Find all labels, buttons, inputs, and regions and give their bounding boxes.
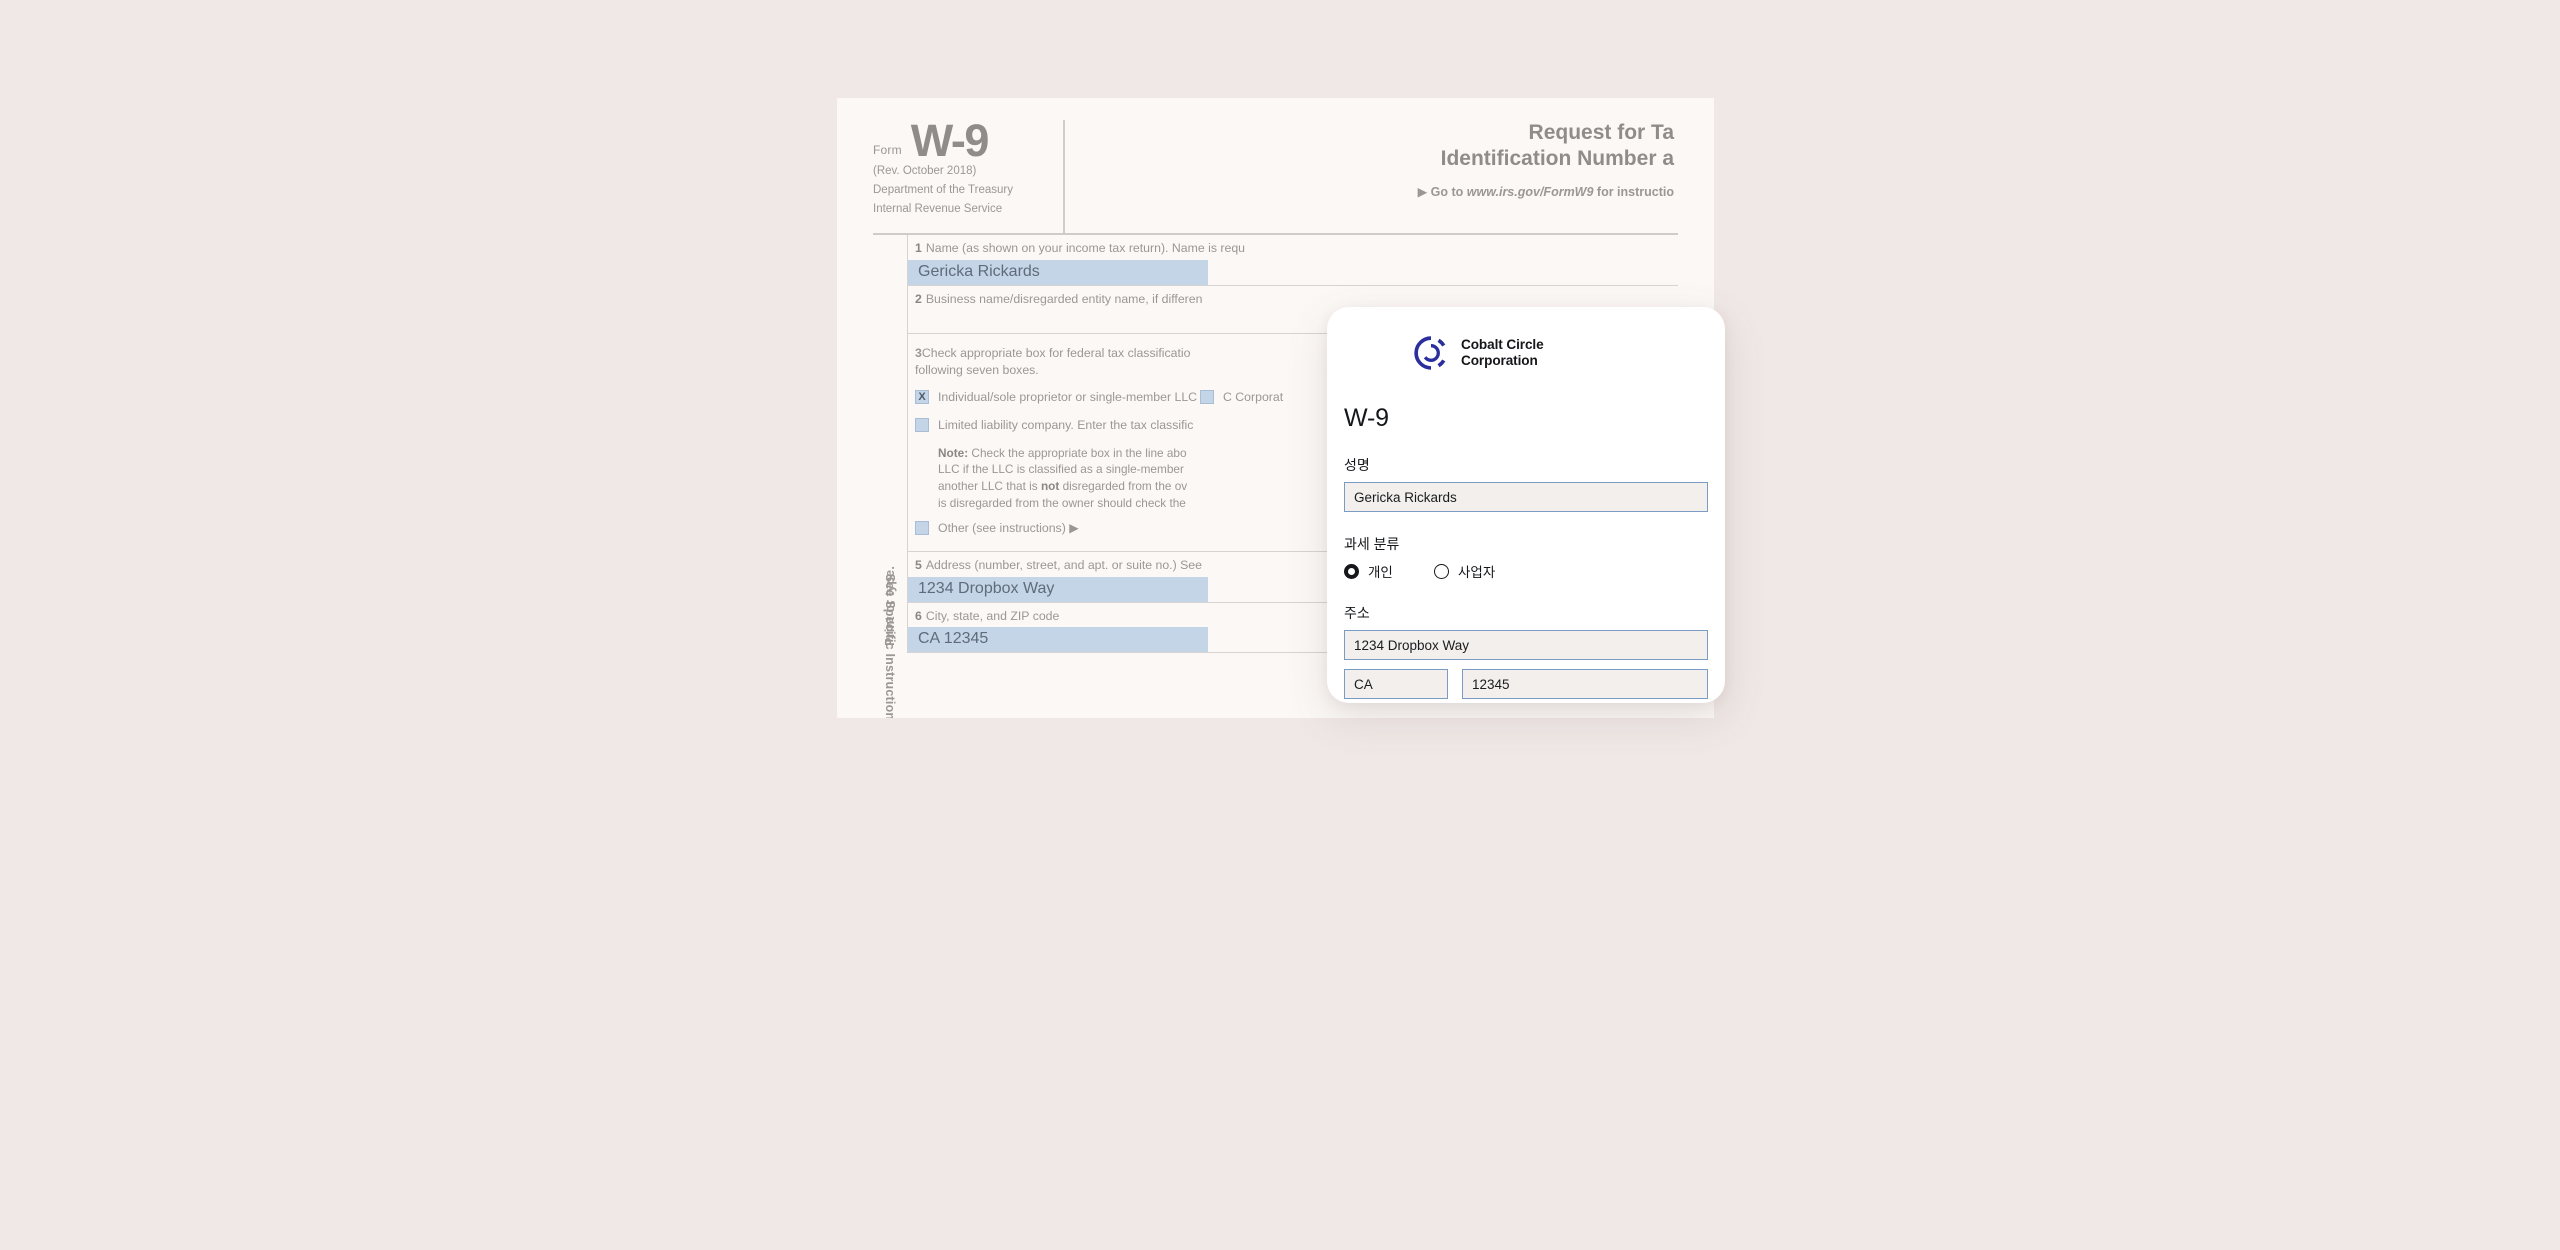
page-title: W-9 — [1344, 404, 1389, 432]
w9-form-word: Form — [873, 143, 902, 158]
address-street-input[interactable] — [1344, 630, 1708, 660]
address-city-zip-row — [1344, 669, 1708, 699]
w9-line-1-value: Gericka Rickards — [908, 259, 1208, 285]
w9-line-5-number: 5 — [915, 558, 922, 573]
w9-line-5-value: 1234 Dropbox Way — [908, 576, 1208, 602]
w9-line-1-number: 1 — [915, 241, 922, 255]
w9-checkbox-column-right: C Corporat — [1200, 389, 1283, 417]
w9-line-6-value: CA 12345 — [908, 627, 1208, 653]
w9-checkbox-individual-icon: X — [915, 390, 929, 405]
w9-goto-suffix: for instructio — [1593, 185, 1674, 200]
w9-option-individual: X Individual/sole proprietor or single-m… — [915, 389, 1200, 406]
classification-radio-group: 개인 사업자 — [1344, 561, 1708, 581]
radio-business-icon[interactable] — [1434, 563, 1449, 579]
w9-option-ccorp-label: C Corporat — [1223, 390, 1284, 405]
classification-label: 과세 분류 — [1344, 536, 1400, 552]
w9-line-1-label: 1 Name (as shown on your income tax retur… — [915, 241, 1246, 255]
radio-individual-icon[interactable] — [1344, 563, 1359, 579]
w9-line-2-number: 2 — [915, 291, 922, 306]
w9-department-line2: Internal Revenue Service — [873, 203, 1003, 216]
w9-option-individual-label: Individual/sole proprietor or single-mem… — [938, 390, 1198, 405]
w9-option-llc-label: Limited liability company. Enter the tax… — [938, 417, 1194, 432]
w9-checkbox-other-icon — [915, 520, 929, 535]
w9-goto-line: ▶ Go to www.irs.gov/FormW9 for instructi… — [1091, 184, 1678, 199]
w9-goto-url: www.irs.gov/FormW9 — [1466, 185, 1594, 200]
address-state-input[interactable] — [1344, 669, 1448, 699]
w9-vertical-note: Print or type. See Specific Instructions… — [883, 566, 897, 718]
w9-line-2-label: 2 Business name/disregarded entity name, … — [915, 291, 1203, 306]
w9-goto-prefix: ▶ Go to — [1417, 185, 1467, 200]
w9-header: Form W-9 (Rev. October 2018) Department … — [873, 98, 1678, 235]
name-field-label: 성명 — [1344, 457, 1370, 473]
radio-option-individual[interactable]: 개인 — [1344, 561, 1434, 581]
address-label: 주소 — [1344, 605, 1370, 621]
w9-department-line1: Department of the Treasury — [873, 184, 1013, 197]
radio-individual-label: 개인 — [1368, 565, 1393, 580]
w9-title-line1: Request for Ta — [1528, 121, 1674, 144]
radio-option-business[interactable]: 사업자 — [1434, 561, 1495, 581]
w9-form-number: W-9 — [910, 115, 990, 166]
w9-option-other-label: Other (see instructions) ▶ — [938, 520, 1079, 535]
address-zip-input[interactable] — [1462, 669, 1708, 699]
w9-checkbox-column-left: X Individual/sole proprietor or single-m… — [915, 389, 1200, 417]
w9-header-right: Request for Ta Identification Number a ▶… — [1065, 120, 1678, 233]
w9-checkbox-llc-icon — [915, 417, 929, 432]
w9-vertical-sidebar: Print or type. See Specific Instructions… — [873, 235, 908, 718]
w9-form-panel: Cobalt Circle Corporation W-9 성명 과세 분류 개… — [1327, 307, 1725, 703]
w9-form-identifier: Form W-9 — [873, 115, 1049, 166]
radio-business-label: 사업자 — [1458, 565, 1496, 580]
name-input[interactable] — [1344, 482, 1708, 512]
w9-option-ccorp: C Corporat — [1200, 389, 1283, 406]
w9-title-line2: Identification Number a — [1440, 146, 1674, 170]
w9-revision: (Rev. October 2018) — [873, 165, 977, 178]
w9-line-3-number: 3 — [915, 346, 922, 361]
w9-checkbox-ccorp-icon — [1200, 390, 1214, 405]
w9-vertical-note-line2: See Specific Instructions on page 3. — [883, 573, 897, 718]
w9-line-6-number: 6 — [915, 608, 922, 623]
w9-header-left: Form W-9 (Rev. October 2018) Department … — [873, 115, 1065, 233]
cobalt-circle-logo-icon — [1414, 336, 1446, 370]
brand-name: Cobalt Circle Corporation — [1461, 336, 1544, 368]
brand-header: Cobalt Circle Corporation — [1344, 307, 1708, 372]
w9-line-1: 1 Name (as shown on your income tax retur… — [908, 235, 1678, 286]
